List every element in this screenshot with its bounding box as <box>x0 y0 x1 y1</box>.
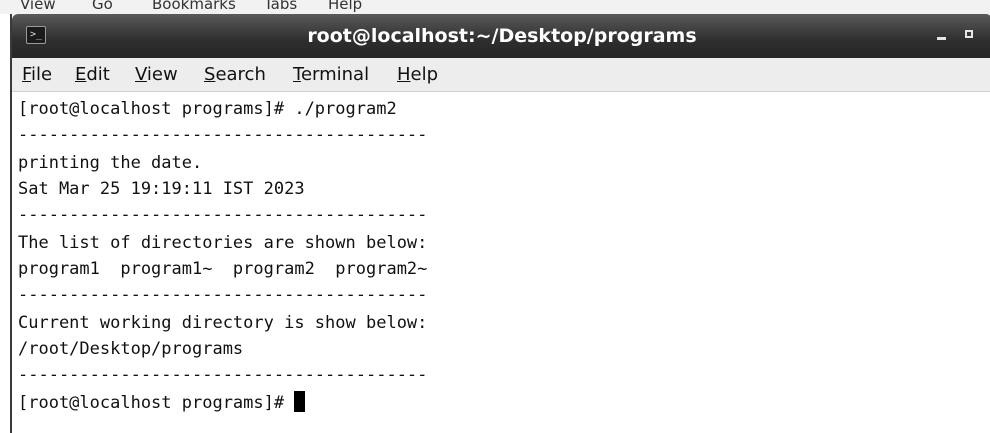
terminal-line: [root@localhost programs]# ./program2 <box>18 99 397 119</box>
terminal-output-area[interactable]: [root@localhost programs]# ./program2 --… <box>12 92 990 433</box>
prompt-line[interactable]: [root@localhost programs]# <box>18 390 306 416</box>
minimize-icon[interactable] <box>932 24 952 46</box>
menu-terminal-label: erminal <box>300 64 370 85</box>
bg-menu-view[interactable]: View <box>20 0 56 13</box>
menu-file[interactable]: File <box>22 58 52 92</box>
menu-edit[interactable]: Edit <box>75 58 110 92</box>
terminal-line: ---------------------------------------- <box>18 365 428 385</box>
bg-menu-go[interactable]: Go <box>92 0 113 13</box>
terminal-line: program1 program1~ program2 program2~ <box>18 259 428 279</box>
terminal-line: The list of directories are shown below: <box>18 233 428 253</box>
terminal-line: Sat Mar 25 19:19:11 IST 2023 <box>18 179 305 199</box>
menu-search-mnemonic: S <box>204 64 216 85</box>
menu-edit-label: dit <box>86 64 110 85</box>
terminal-line: ---------------------------------------- <box>18 205 428 225</box>
menu-view[interactable]: View <box>135 58 178 92</box>
terminal-line: ---------------------------------------- <box>18 125 428 145</box>
bg-menu-bookmarks[interactable]: Bookmarks <box>152 0 236 13</box>
window-title: root@localhost:~/Desktop/programs <box>307 25 697 47</box>
bg-menu-tabs[interactable]: Tabs <box>264 0 297 13</box>
menu-terminal-mnemonic: T <box>293 64 301 85</box>
menu-bar: File Edit View Search Terminal Help <box>12 58 990 92</box>
background-app-menubar: View Go Bookmarks Tabs Help <box>0 0 990 14</box>
terminal-line: printing the date. <box>18 153 203 173</box>
text-cursor <box>294 391 306 412</box>
maximize-icon[interactable] <box>960 24 980 46</box>
menu-terminal[interactable]: Terminal <box>293 58 369 92</box>
menu-file-label: ile <box>31 64 53 85</box>
terminal-line: ---------------------------------------- <box>18 285 428 305</box>
terminal-line: /root/Desktop/programs <box>18 339 244 359</box>
terminal-line: Current working directory is show below: <box>18 313 428 333</box>
menu-file-mnemonic: F <box>22 64 32 85</box>
title-bar[interactable]: >_ root@localhost:~/Desktop/programs <box>12 14 990 58</box>
menu-view-mnemonic: V <box>135 64 147 85</box>
menu-view-label: iew <box>146 64 178 85</box>
menu-search-label: earch <box>215 64 266 85</box>
shell-prompt: [root@localhost programs]# <box>18 393 295 413</box>
menu-edit-mnemonic: E <box>75 64 87 85</box>
bg-menu-help[interactable]: Help <box>328 0 362 13</box>
menu-search[interactable]: Search <box>204 58 266 92</box>
menu-help[interactable]: Help <box>397 58 438 92</box>
terminal-window: >_ root@localhost:~/Desktop/programs Fil… <box>10 14 990 433</box>
menu-help-mnemonic: H <box>397 64 411 85</box>
menu-help-label: elp <box>410 64 439 85</box>
